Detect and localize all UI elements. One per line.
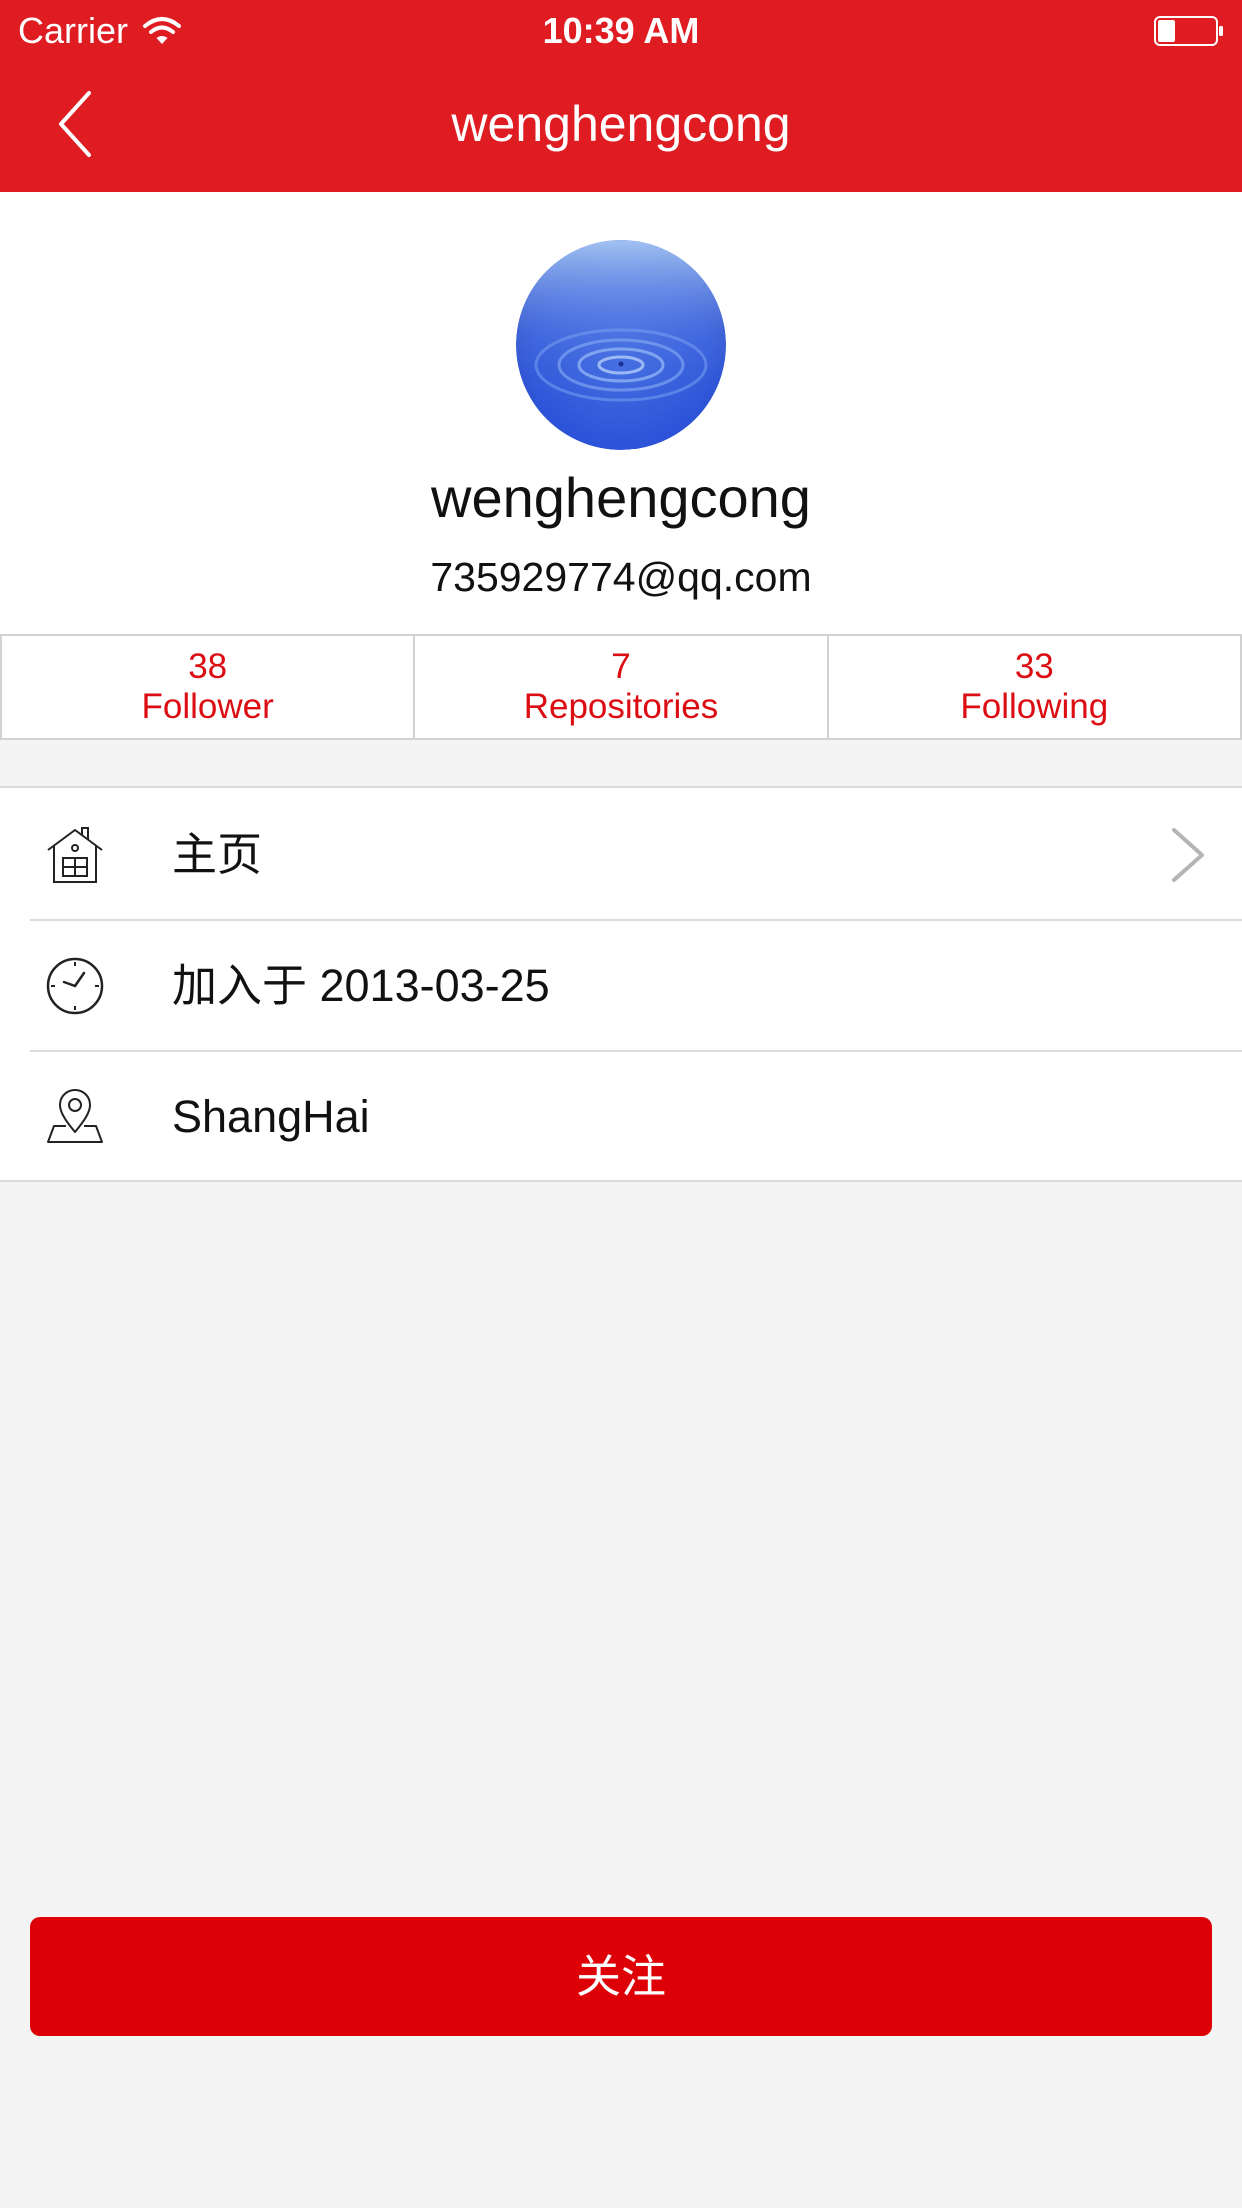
- profile-header: wenghengcong 735929774@qq.com: [0, 192, 1242, 634]
- status-bar: Carrier 10:39 AM: [0, 0, 1242, 62]
- row-label-location: ShangHai: [172, 1091, 370, 1142]
- chevron-left-icon: [59, 91, 91, 157]
- stats-bar: 38 Follower 7 Repositories 33 Following: [0, 634, 1242, 740]
- chevron-right-icon: [1172, 828, 1204, 882]
- status-time: 10:39 AM: [542, 10, 700, 51]
- water-ripple-avatar: [516, 240, 726, 450]
- stat-label: Repositories: [523, 687, 719, 726]
- stat-following[interactable]: 33 Following: [826, 634, 1242, 740]
- list-item-location: ShangHai: [0, 1050, 1242, 1181]
- stat-label: Following: [960, 687, 1109, 726]
- list-item-homepage[interactable]: 主页: [0, 788, 1242, 919]
- nav-bar: wenghengcong: [0, 62, 1242, 192]
- top-bar: Carrier 10:39 AM wenghengcong: [0, 0, 1242, 192]
- battery-icon: [1154, 16, 1223, 46]
- home-icon: [47, 827, 103, 883]
- clock-icon: [46, 957, 104, 1015]
- follow-button[interactable]: 关注: [30, 1917, 1212, 2036]
- stat-label: Follower: [141, 687, 274, 726]
- stat-count: 33: [1014, 647, 1054, 686]
- avatar[interactable]: [516, 240, 726, 450]
- profile-email: 735929774@qq.com: [430, 554, 812, 600]
- stat-count: 7: [611, 647, 631, 686]
- list-item-joined: 加入于 2013-03-25: [0, 919, 1242, 1050]
- row-label-joined: 加入于 2013-03-25: [172, 960, 550, 1011]
- back-button[interactable]: [40, 84, 110, 164]
- stat-followers[interactable]: 38 Follower: [0, 634, 416, 740]
- row-label-homepage: 主页: [172, 829, 263, 880]
- info-list: 主页 加入于 2013-03-25 ShangHai: [0, 786, 1242, 1182]
- location-pin-icon: [47, 1089, 103, 1143]
- profile-name: wenghengcong: [431, 466, 811, 529]
- stat-repositories[interactable]: 7 Repositories: [413, 634, 829, 740]
- stat-count: 38: [188, 647, 228, 686]
- nav-title: wenghengcong: [451, 96, 791, 152]
